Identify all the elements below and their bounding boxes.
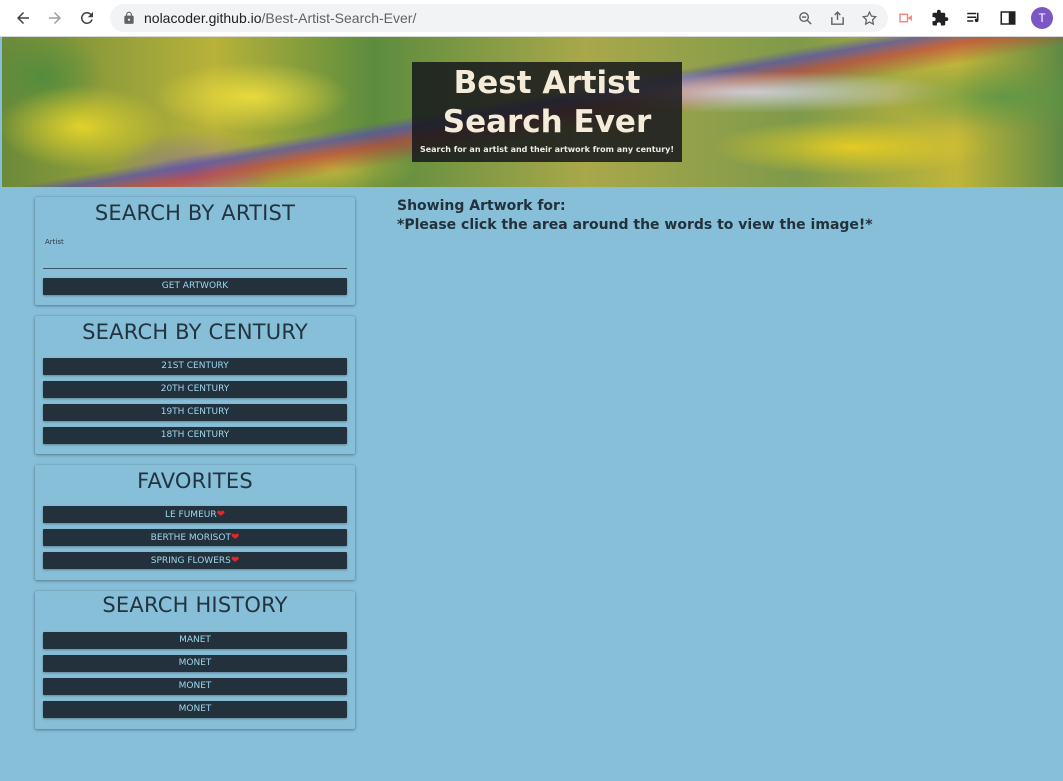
profile-initial: T [1031,7,1053,29]
history-item[interactable]: MONET [43,678,347,695]
century-search-card: SEARCH BY CENTURY 21ST CENTURY 20TH CENT… [35,316,355,454]
history-item[interactable]: MANET [43,632,347,649]
favorite-item[interactable]: BERTHE MORISOT❤ [43,529,347,546]
favorite-label: SPRING FLOWERS [150,556,231,566]
share-icon[interactable] [826,7,848,29]
century-button-21st[interactable]: 21ST CENTURY [43,358,347,375]
century-search-title: SEARCH BY CENTURY [82,320,308,344]
history-item[interactable]: MONET [43,701,347,718]
favorite-item[interactable]: SPRING FLOWERS❤ [43,552,347,569]
click-instruction: *Please click the area around the words … [397,217,873,233]
hero-banner: Best Artist Search Ever Search for an ar… [2,37,1063,187]
heart-icon: ❤ [230,555,240,566]
back-icon[interactable] [7,2,39,34]
search-history-card: SEARCH HISTORY MANET MONET MONET MONET [35,591,355,729]
heart-icon: ❤ [216,509,225,520]
page-title: Best Artist Search Ever [442,65,652,140]
url-text: nolacoder.github.io/Best-Artist-Search-E… [144,10,416,26]
reload-icon[interactable] [71,2,103,34]
artist-search-card: SEARCH BY ARTIST Artist GET ARTWORK [35,197,355,305]
favorites-title: FAVORITES [137,469,253,493]
artist-input[interactable] [43,251,347,269]
history-item[interactable]: MONET [43,655,347,672]
century-button-20th[interactable]: 20TH CENTURY [43,381,347,398]
heart-icon: ❤ [230,532,240,543]
lock-icon [122,11,136,25]
search-history-title: SEARCH HISTORY [102,593,288,617]
get-artwork-button[interactable]: GET ARTWORK [43,278,347,295]
results-heading: Showing Artwork for: *Please click the a… [397,197,873,235]
favorite-label: BERTHE MORISOT [150,533,231,543]
page-subtitle: Search for an artist and their artwork f… [419,145,675,154]
century-button-18th[interactable]: 18TH CENTURY [43,427,347,444]
bookmark-star-icon[interactable] [858,7,880,29]
artist-field-label: Artist [45,238,64,246]
browser-toolbar: nolacoder.github.io/Best-Artist-Search-E… [0,0,1063,37]
profile-avatar[interactable]: T [1029,5,1055,31]
favorite-item[interactable]: LE FUMEUR❤ [43,506,347,523]
zoom-icon[interactable] [794,7,816,29]
showing-artwork-label: Showing Artwork for: [397,198,566,214]
url-host: nolacoder.github.io [144,10,262,26]
favorites-card: FAVORITES LE FUMEUR❤ BERTHE MORISOT❤ SPR… [35,465,355,580]
forward-icon[interactable] [39,2,71,34]
century-button-19th[interactable]: 19TH CENTURY [43,404,347,421]
extensions-puzzle-icon[interactable] [927,5,953,31]
media-queue-icon[interactable] [961,5,987,31]
url-path: /Best-Artist-Search-Ever/ [261,10,417,26]
favorite-label: LE FUMEUR [164,510,217,520]
address-bar[interactable]: nolacoder.github.io/Best-Artist-Search-E… [110,4,888,32]
extension-record-icon[interactable] [893,5,919,31]
hero-title-box: Best Artist Search Ever Search for an ar… [412,62,682,162]
artist-search-title: SEARCH BY ARTIST [94,201,296,225]
side-panel-icon[interactable] [995,5,1021,31]
